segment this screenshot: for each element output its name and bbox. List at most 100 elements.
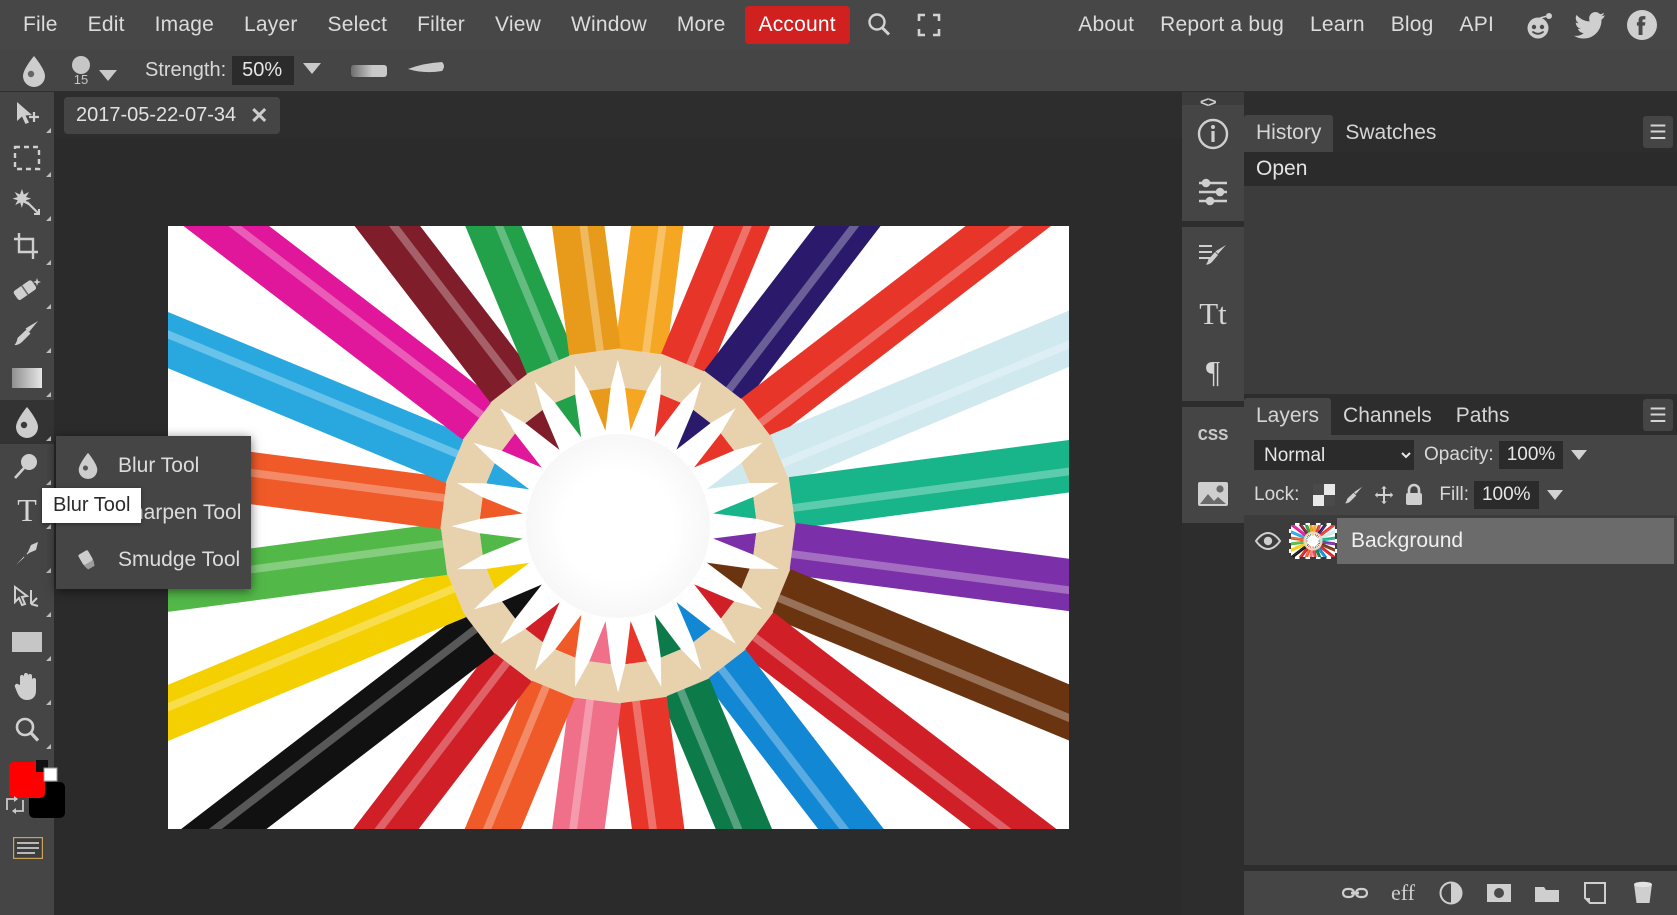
search-icon[interactable] <box>858 4 900 46</box>
hamburger-menu-icon[interactable]: ☰ <box>1643 116 1673 148</box>
menu-api[interactable]: API <box>1447 7 1507 43</box>
panel-icon-rail: Tt ¶ CSS <box>1182 105 1244 915</box>
magic-wand-tool[interactable] <box>0 180 54 224</box>
shape-tool[interactable] <box>0 620 54 664</box>
lock-transparency-icon[interactable] <box>1309 482 1339 508</box>
menu-more[interactable]: More <box>662 7 741 43</box>
menu-filter[interactable]: Filter <box>402 7 480 43</box>
account-button[interactable]: Account <box>744 6 850 44</box>
fill-input[interactable]: 100% <box>1473 481 1539 509</box>
document-tab[interactable]: 2017-05-22-07-34 ✕ <box>64 97 281 134</box>
adjustments-panel-icon[interactable] <box>1182 163 1244 221</box>
layer-effects-button[interactable]: eff <box>1383 877 1423 909</box>
fullscreen-icon[interactable] <box>908 4 950 46</box>
stroke-preview-flat-icon[interactable] <box>351 64 388 77</box>
crop-tool[interactable] <box>0 224 54 268</box>
lock-position-icon[interactable] <box>1369 482 1399 508</box>
rectangular-marquee-tool[interactable] <box>0 136 54 180</box>
new-group-button[interactable] <box>1527 877 1567 909</box>
tool-tooltip: Blur Tool <box>42 488 142 523</box>
path-select-tool[interactable] <box>0 576 54 620</box>
swap-colors-icon[interactable] <box>4 794 26 821</box>
flyout-smudge-tool[interactable]: Smudge Tool <box>56 536 251 583</box>
stroke-preview-taper-icon[interactable] <box>407 60 445 81</box>
image-panel-icon[interactable] <box>1182 465 1244 523</box>
zoom-tool[interactable] <box>0 708 54 752</box>
facebook-icon[interactable] <box>1621 4 1663 46</box>
eraser-tool[interactable] <box>0 268 54 312</box>
tab-channels[interactable]: Channels <box>1331 398 1444 435</box>
delete-layer-button[interactable] <box>1623 877 1663 909</box>
lock-all-icon[interactable] <box>1399 482 1429 508</box>
fill-chevron-down-icon[interactable] <box>1546 490 1563 500</box>
tool-corner-marker <box>46 744 51 749</box>
menu-about[interactable]: About <box>1065 7 1147 43</box>
character-tt-icon: Tt <box>1199 296 1227 331</box>
link-layers-button[interactable] <box>1335 877 1375 909</box>
paragraph-panel-icon[interactable]: ¶ <box>1182 343 1244 401</box>
reddit-icon[interactable] <box>1517 4 1559 46</box>
adjustment-layer-button[interactable] <box>1431 877 1471 909</box>
document-canvas[interactable] <box>168 226 1069 829</box>
history-item-open[interactable]: Open <box>1244 152 1677 186</box>
gradient-tool[interactable] <box>0 356 54 400</box>
eye-icon[interactable] <box>1247 531 1289 551</box>
new-layer-button[interactable] <box>1575 877 1615 909</box>
menu-window[interactable]: Window <box>556 7 662 43</box>
blend-mode-select[interactable]: Normal <box>1254 440 1414 470</box>
menu-learn[interactable]: Learn <box>1297 7 1378 43</box>
layer-mask-button[interactable] <box>1479 877 1519 909</box>
css-panel-icon[interactable]: CSS <box>1182 407 1244 465</box>
toolbar-presets-icon[interactable] <box>12 836 44 864</box>
menu-view[interactable]: View <box>480 7 556 43</box>
menu-layer[interactable]: Layer <box>229 7 313 43</box>
opacity-chevron-down-icon[interactable] <box>1571 450 1588 460</box>
menu-edit[interactable]: Edit <box>73 7 140 43</box>
blur-droplet-icon[interactable] <box>14 52 54 90</box>
rail-group-2: Tt ¶ <box>1182 227 1244 401</box>
menu-image[interactable]: Image <box>140 7 229 43</box>
expand-left-panel-icon[interactable]: <> <box>1200 94 1217 111</box>
chevron-down-icon[interactable] <box>99 70 117 81</box>
default-colors-icon[interactable] <box>36 760 58 787</box>
layer-row-selected[interactable]: Background <box>1337 518 1674 564</box>
tab-layers[interactable]: Layers <box>1244 398 1332 435</box>
twitter-icon[interactable] <box>1569 4 1611 46</box>
strength-input[interactable]: 50% <box>232 56 295 85</box>
strength-chevron-down-icon[interactable] <box>303 63 322 74</box>
brush-tool[interactable] <box>0 312 54 356</box>
tool-corner-marker <box>46 436 51 441</box>
menu-right-group: About Report a bug Learn Blog API <box>1065 4 1677 46</box>
rectangle-shape-icon <box>12 632 42 652</box>
tab-swatches[interactable]: Swatches <box>1333 115 1448 152</box>
lock-image-icon[interactable] <box>1339 482 1369 508</box>
gradient-swatch-icon <box>12 368 42 388</box>
flyout-blur-tool[interactable]: Blur Tool <box>56 442 251 489</box>
tool-corner-marker <box>46 260 51 265</box>
menu-blog[interactable]: Blog <box>1378 7 1447 43</box>
layers-panel: Layers Channels Paths ☰ Normal Opacity: … <box>1244 397 1677 915</box>
brush-settings-panel-icon[interactable] <box>1182 227 1244 285</box>
tool-corner-marker <box>46 128 51 133</box>
tab-history[interactable]: History <box>1244 115 1334 152</box>
layer-row[interactable]: Background <box>1247 518 1674 564</box>
layers-list[interactable]: Background <box>1244 515 1677 865</box>
close-icon[interactable]: ✕ <box>250 103 268 129</box>
character-panel-icon[interactable]: Tt <box>1182 285 1244 343</box>
hand-tool[interactable] <box>0 664 54 708</box>
hamburger-menu-icon[interactable]: ☰ <box>1643 399 1673 431</box>
pen-tool[interactable] <box>0 532 54 576</box>
brush-size-picker[interactable]: 15 <box>72 56 117 86</box>
blur-tool[interactable] <box>0 400 54 444</box>
dodge-tool[interactable] <box>0 444 54 488</box>
layer-thumbnail[interactable] <box>1289 523 1337 559</box>
tool-corner-marker <box>46 568 51 573</box>
menu-file[interactable]: File <box>8 7 73 43</box>
menu-report-a-bug[interactable]: Report a bug <box>1147 7 1297 43</box>
opacity-input[interactable]: 100% <box>1498 441 1564 469</box>
menu-select[interactable]: Select <box>313 7 403 43</box>
fx-icon: eff <box>1390 880 1416 905</box>
move-tool[interactable] <box>0 92 54 136</box>
tab-paths[interactable]: Paths <box>1444 398 1522 435</box>
history-list[interactable]: Open <box>1244 152 1677 394</box>
